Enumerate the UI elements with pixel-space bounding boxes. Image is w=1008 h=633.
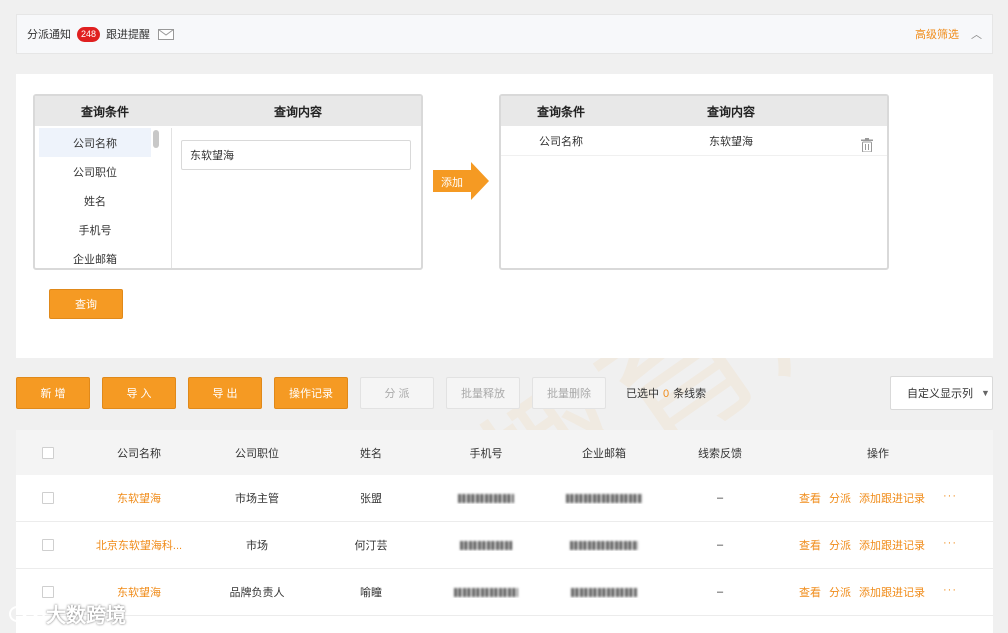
new-button[interactable]: 新 增: [16, 377, 90, 409]
caret-down-icon: ▼: [981, 388, 990, 398]
feedback-cell: –: [716, 539, 724, 551]
custom-columns-label: 自定义显示列: [907, 388, 973, 400]
selection-info: 已选中 0 条线索: [626, 385, 706, 401]
query-result-header: 查询条件 查询内容: [501, 96, 887, 126]
condition-item-company[interactable]: 公司名称: [39, 128, 151, 157]
view-link[interactable]: 查看: [799, 537, 821, 553]
advanced-filter-link[interactable]: 高级筛选: [915, 26, 959, 42]
col-email: 企业邮箱: [582, 447, 626, 460]
feedback-cell: –: [716, 586, 724, 598]
company-link[interactable]: 东软望海: [80, 490, 198, 506]
condition-item-phone[interactable]: 手机号: [39, 215, 151, 244]
name-cell: 喻瞳: [360, 587, 382, 599]
dispatch-count-badge: 248: [77, 26, 101, 42]
batch-release-button[interactable]: 批量释放: [446, 377, 520, 409]
logo-mark-icon: [9, 605, 45, 622]
selection-prefix: 已选中: [626, 388, 659, 400]
row-checkbox[interactable]: [42, 539, 54, 551]
dispatch-link[interactable]: 分派: [829, 490, 851, 506]
phone-redacted: [460, 540, 512, 550]
position-cell: 市场主管: [235, 493, 279, 505]
condition-item-name[interactable]: 姓名: [39, 186, 151, 215]
trash-icon[interactable]: [861, 138, 873, 152]
custom-columns-select[interactable]: 自定义显示列 ▼: [890, 376, 993, 410]
result-condition: 公司名称: [539, 135, 583, 148]
view-link[interactable]: 查看: [799, 490, 821, 506]
add-record-link[interactable]: 添加跟进记录: [859, 584, 925, 600]
select-all-checkbox[interactable]: [42, 446, 54, 459]
email-redacted: [571, 587, 637, 597]
more-icon[interactable]: ···: [943, 584, 957, 600]
selection-count: 0: [663, 388, 670, 400]
divider: [171, 128, 172, 268]
table-header: 公司名称 公司职位 姓名 手机号 企业邮箱 线索反馈 操作: [16, 430, 993, 475]
operation-log-button[interactable]: 操作记录: [274, 377, 348, 409]
email-redacted: [566, 493, 642, 503]
dispatch-link[interactable]: 分派: [829, 537, 851, 553]
view-link[interactable]: 查看: [799, 584, 821, 600]
col-company: 公司名称: [117, 447, 161, 460]
name-cell: 张盟: [360, 493, 382, 505]
query-button[interactable]: 查询: [49, 289, 123, 319]
email-redacted: [570, 540, 638, 550]
query-content-input[interactable]: 东软望海: [181, 140, 411, 170]
table-row: 东软望海 市场主管 张盟 – 查看 分派 添加跟进记录 ···: [16, 475, 993, 522]
batch-delete-button[interactable]: 批量删除: [532, 377, 606, 409]
header-content: 查询内容: [273, 104, 322, 119]
condition-item-position[interactable]: 公司职位: [39, 157, 151, 186]
row-checkbox[interactable]: [42, 492, 54, 504]
query-panel: 查询条件 查询内容 公司名称 公司职位 姓名 手机号 企业邮箱 东软望海 添加 …: [16, 74, 993, 358]
more-icon[interactable]: ···: [943, 537, 957, 553]
company-link[interactable]: 北京东软望海科...: [80, 537, 198, 553]
condition-list-scrollbar[interactable]: [153, 130, 159, 148]
add-record-link[interactable]: 添加跟进记录: [859, 537, 925, 553]
table-row: 东软望海 品牌负责人 喻瞳 – 查看 分派 添加跟进记录 ···: [16, 569, 993, 616]
action-toolbar: 新 增 导 入 导 出 操作记录 分 派 批量释放 批量删除 已选中 0 条线索: [16, 376, 706, 410]
phone-redacted: [458, 493, 514, 503]
col-name: 姓名: [360, 447, 382, 460]
export-button[interactable]: 导 出: [188, 377, 262, 409]
row-checkbox[interactable]: [42, 586, 54, 598]
add-condition-button[interactable]: 添加: [433, 162, 489, 200]
result-row: 公司名称 东软望海: [501, 126, 887, 156]
query-condition-box: 查询条件 查询内容 公司名称 公司职位 姓名 手机号 企业邮箱 东软望海: [33, 94, 423, 270]
import-button[interactable]: 导 入: [102, 377, 176, 409]
position-cell: 品牌负责人: [229, 587, 285, 599]
name-cell: 何汀芸: [354, 540, 388, 552]
condition-item-email[interactable]: 企业邮箱: [39, 244, 151, 265]
dispatch-button[interactable]: 分 派: [360, 377, 434, 409]
col-feedback: 线索反馈: [698, 447, 742, 460]
dispatch-link[interactable]: 分派: [829, 584, 851, 600]
result-header-content: 查询内容: [706, 104, 755, 119]
col-phone: 手机号: [469, 447, 503, 460]
table-row: 北京东软望海科... 市场 何汀芸 – 查看 分派 添加跟进记录 ···: [16, 522, 993, 569]
result-content: 东软望海: [709, 135, 753, 148]
feedback-cell: –: [716, 492, 724, 504]
query-condition-header: 查询条件 查询内容: [35, 96, 421, 126]
add-label: 添加: [441, 177, 463, 189]
dispatch-notice-label[interactable]: 分派通知: [27, 26, 71, 42]
col-actions: 操作: [867, 447, 889, 460]
more-icon[interactable]: ···: [943, 490, 957, 506]
position-cell: 市场: [246, 540, 268, 552]
company-link[interactable]: 东软望海: [80, 584, 198, 600]
phone-redacted: [454, 587, 518, 597]
notification-bar: 分派通知 248 跟进提醒 高级筛选 ︿: [16, 14, 993, 54]
leads-table: 公司名称 公司职位 姓名 手机号 企业邮箱 线索反馈 操作 东软望海 市场主管 …: [16, 430, 993, 633]
query-result-box: 查询条件 查询内容 公司名称 东软望海: [499, 94, 889, 270]
add-record-link[interactable]: 添加跟进记录: [859, 490, 925, 506]
brand-logo: 大数跨境: [8, 599, 126, 628]
selection-suffix: 条线索: [673, 388, 707, 400]
header-condition: 查询条件: [80, 104, 129, 119]
chevron-up-icon[interactable]: ︿: [971, 26, 982, 42]
mail-icon[interactable]: [158, 28, 175, 40]
col-position: 公司职位: [235, 447, 279, 460]
logo-text: 大数跨境: [46, 605, 126, 627]
followup-reminder-label[interactable]: 跟进提醒: [106, 26, 150, 42]
result-header-condition: 查询条件: [536, 104, 585, 119]
condition-list: 公司名称 公司职位 姓名 手机号 企业邮箱: [39, 128, 151, 264]
